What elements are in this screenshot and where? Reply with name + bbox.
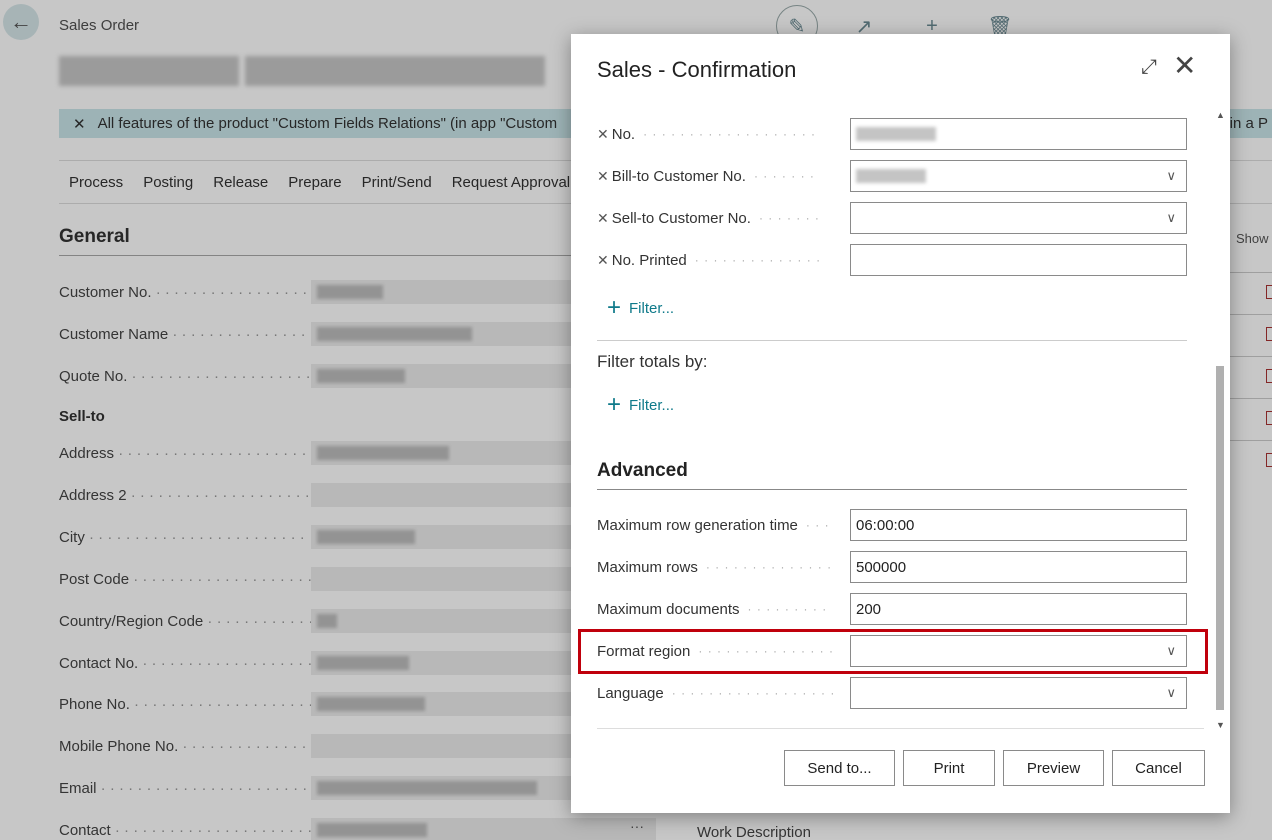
leader-dots: · · · · · · · · · · · · · · [694, 253, 822, 267]
send-to-button[interactable]: Send to... [784, 750, 895, 786]
max-rows-row: Maximum rows · · · · · · · · · · · · · ·… [597, 551, 1187, 583]
filter-label: ✕ Sell-to Customer No. · · · · · · · [597, 210, 850, 227]
field-label-text: Maximum row generation time [597, 516, 798, 534]
max-documents-row: Maximum documents · · · · · · · · · 200 [597, 593, 1187, 625]
filter-totals-heading: Filter totals by: [597, 352, 708, 371]
scrollbar-thumb[interactable] [1216, 366, 1224, 710]
field-label: Maximum documents · · · · · · · · · [597, 601, 850, 618]
remove-filter-icon[interactable]: ✕ [597, 168, 609, 185]
max-rows-input[interactable]: 500000 [850, 551, 1187, 583]
filter-label-text: No. [611, 125, 636, 143]
section-divider [597, 340, 1187, 341]
advanced-heading: Advanced [597, 460, 688, 481]
max-row-time-input[interactable]: 06:00:00 [850, 509, 1187, 541]
footer-divider [597, 728, 1204, 729]
leader-dots: · · · · · · · · · · · · · · · · · · [671, 686, 836, 700]
filter-row-no-printed: ✕ No. Printed · · · · · · · · · · · · · … [597, 244, 1187, 276]
remove-filter-icon[interactable]: ✕ [597, 252, 609, 269]
remove-filter-icon[interactable]: ✕ [597, 210, 609, 227]
field-label-text: Language [597, 684, 664, 702]
sell-to-customer-select[interactable]: ∨ [850, 202, 1187, 234]
add-filter-label: Filter... [629, 299, 675, 317]
dialog-buttons: Send to... Print Preview Cancel [784, 750, 1205, 786]
filter-label-text: Sell-to Customer No. [611, 209, 751, 227]
leader-dots: · · · · · · · [753, 169, 815, 183]
filter-row-sell-to: ✕ Sell-to Customer No. · · · · · · · ∨ [597, 202, 1187, 234]
plus-icon: + [607, 391, 622, 418]
field-label: Maximum row generation time · · · [597, 517, 850, 534]
sales-confirmation-dialog: Sales - Confirmation ⤢ ✕ ✕ No. · · · · ·… [571, 34, 1230, 813]
preview-button[interactable]: Preview [1003, 750, 1104, 786]
leader-dots: · · · · · · · · · · · · · · · · · · · [643, 127, 817, 141]
filter-label: ✕ No. Printed · · · · · · · · · · · · · … [597, 252, 850, 269]
language-row: Language · · · · · · · · · · · · · · · ·… [597, 677, 1187, 709]
field-label-text: Maximum rows [597, 558, 698, 576]
leader-dots: · · · [805, 518, 830, 532]
max-documents-input[interactable]: 200 [850, 593, 1187, 625]
remove-filter-icon[interactable]: ✕ [597, 126, 609, 143]
chevron-down-icon: ∨ [1166, 685, 1176, 700]
scroll-up-icon[interactable]: ▲ [1216, 110, 1225, 120]
cancel-button[interactable]: Cancel [1112, 750, 1205, 786]
chevron-down-icon: ∨ [1166, 168, 1176, 183]
leader-dots: · · · · · · · · · [747, 602, 828, 616]
filter-label-text: Bill-to Customer No. [611, 167, 746, 185]
filter-row-bill-to: ✕ Bill-to Customer No. · · · · · · · ∨ [597, 160, 1187, 192]
format-region-highlight [578, 629, 1208, 674]
no-printed-input[interactable] [850, 244, 1187, 276]
filter-row-no: ✕ No. · · · · · · · · · · · · · · · · · … [597, 118, 1187, 150]
filter-label: ✕ No. · · · · · · · · · · · · · · · · · … [597, 126, 850, 143]
close-icon[interactable]: ✕ [1173, 52, 1196, 80]
chevron-down-icon: ∨ [1166, 210, 1176, 225]
expand-icon[interactable]: ⤢ [1141, 56, 1157, 79]
dialog-title: Sales - Confirmation [597, 57, 797, 82]
add-filter-label: Filter... [629, 396, 675, 414]
scroll-down-icon[interactable]: ▼ [1216, 720, 1225, 730]
language-select[interactable]: ∨ [850, 677, 1187, 709]
max-row-time-row: Maximum row generation time · · · 06:00:… [597, 509, 1187, 541]
filter-label-text: No. Printed [611, 251, 687, 269]
add-filter-totals-link[interactable]: + Filter... [607, 393, 674, 417]
bill-to-customer-select[interactable]: ∨ [850, 160, 1187, 192]
leader-dots: · · · · · · · · · · · · · · [705, 560, 833, 574]
advanced-divider [597, 489, 1187, 490]
plus-icon: + [607, 294, 622, 321]
no-filter-input[interactable] [850, 118, 1187, 150]
field-label: Maximum rows · · · · · · · · · · · · · · [597, 559, 850, 576]
field-label-text: Maximum documents [597, 600, 740, 618]
field-label: Language · · · · · · · · · · · · · · · ·… [597, 685, 850, 702]
leader-dots: · · · · · · · [758, 211, 820, 225]
add-filter-link[interactable]: + Filter... [607, 296, 674, 320]
print-button[interactable]: Print [903, 750, 995, 786]
filter-label: ✕ Bill-to Customer No. · · · · · · · [597, 168, 850, 185]
dialog-scrollbar[interactable]: ▲ ▼ [1213, 110, 1229, 730]
